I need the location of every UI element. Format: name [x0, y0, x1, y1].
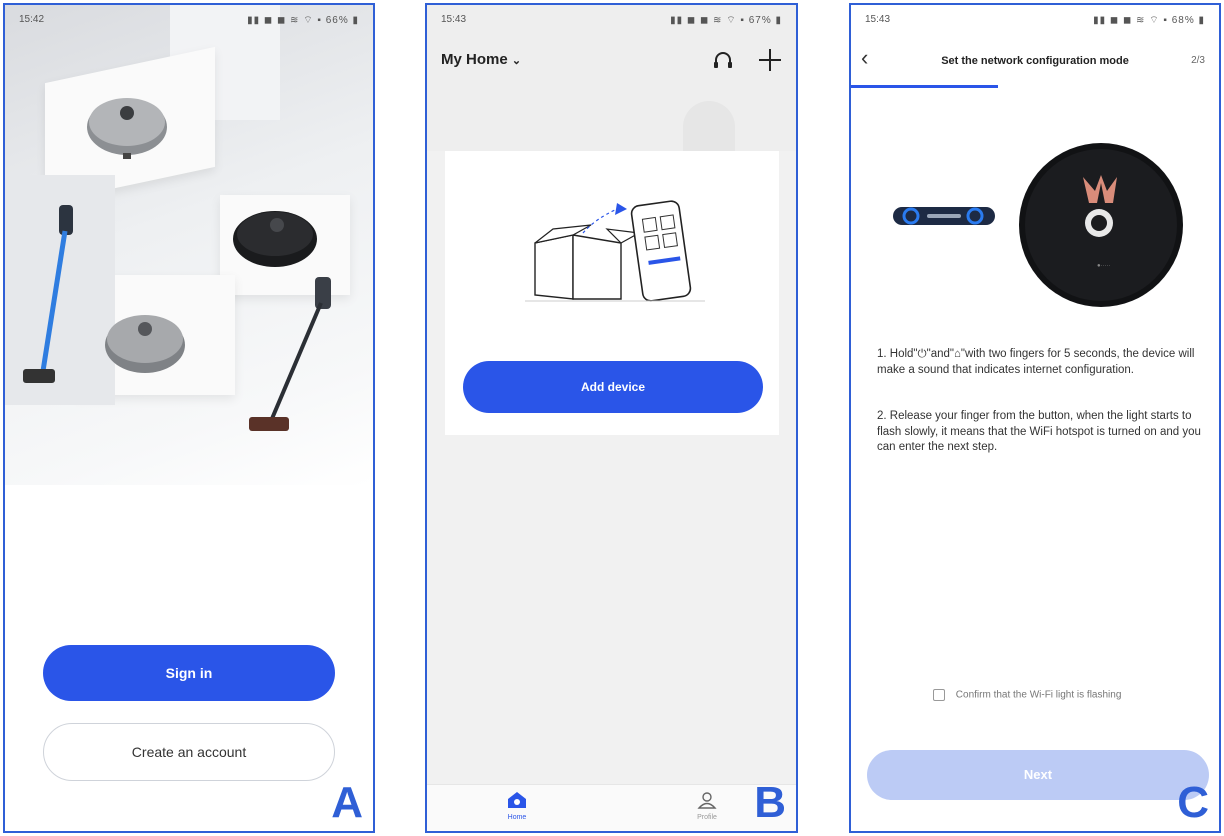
tab-home-label: Home [507, 814, 527, 821]
instruction-step-2: 2. Release your finger from the button, … [877, 410, 1201, 454]
tab-home[interactable]: Home [497, 791, 537, 821]
bottom-tab-bar: Home Profile [427, 784, 796, 831]
box-and-phone-illustration [525, 200, 705, 302]
status-icons: ▮▮ ◼ ◼ ≋ ⌔ ▪ 68% ▮ [1093, 15, 1205, 26]
status-time: 15:43 [865, 14, 891, 25]
status-bar: 15:43 ▮▮ ◼ ◼ ≋ ⌔ ▪ 67% ▮ [427, 5, 796, 35]
status-bar: 15:42 ▮▮ ◼ ◼ ≋ ⌔ ▪ 66% ▮ [5, 5, 373, 35]
status-icons: ▮▮ ◼ ◼ ≋ ⌔ ▪ 67% ▮ [670, 15, 782, 26]
confirm-checkbox[interactable] [933, 689, 945, 701]
progress-fill [851, 85, 999, 88]
home-selector[interactable]: My Home ⌄ [441, 51, 521, 68]
robot-button-panel-illustration [893, 207, 995, 225]
confirm-label: Confirm that the Wi-Fi light is flashing [955, 689, 1122, 701]
create-account-button[interactable]: Create an account [43, 723, 335, 781]
panel-label: A [331, 778, 363, 827]
sign-in-button[interactable]: Sign in [43, 645, 335, 701]
chevron-down-icon: ⌄ [511, 55, 522, 67]
stick-vacuum-blue [23, 205, 73, 383]
home-title: My Home [441, 51, 508, 68]
progress-bar [851, 85, 1219, 88]
step-counter: 2/3 [1191, 55, 1205, 66]
svg-text:●·····: ●····· [1097, 263, 1111, 269]
panel-label: C [1177, 778, 1209, 827]
add-plus-icon[interactable] [757, 47, 783, 73]
robot-top-view-illustration: ●····· [1019, 143, 1183, 307]
profile-icon [697, 792, 717, 809]
page-title: Set the network configuration mode [941, 55, 1129, 67]
stick-vacuum-dark [249, 277, 331, 431]
nav-bar: ‹ Set the network configuration mode 2/3 [851, 33, 1219, 85]
screen-c-network-config: 15:43 ▮▮ ◼ ◼ ≋ ⌔ ▪ 68% ▮ ‹ Set the netwo… [849, 3, 1221, 833]
tab-profile-label: Profile [697, 814, 717, 821]
instruction-step-1: 1. Hold"⏻"and"⌂"with two fingers for 5 s… [877, 348, 1195, 376]
status-icons: ▮▮ ◼ ◼ ≋ ⌔ ▪ 66% ▮ [247, 15, 359, 26]
robot-vacuum-grey [105, 315, 185, 373]
screen-a-welcome: 15:42 ▮▮ ◼ ◼ ≋ ⌔ ▪ 66% ▮ Sign in Create … [3, 3, 375, 833]
tab-profile[interactable]: Profile [687, 791, 727, 821]
panel-label: B [754, 778, 786, 827]
robot-vacuum-grey [87, 98, 167, 159]
hero-product-image [5, 5, 373, 485]
status-time: 15:42 [19, 14, 45, 25]
confirm-checkbox-row[interactable]: Confirm that the Wi-Fi light is flashing [933, 689, 1121, 701]
headset-support-icon[interactable] [711, 49, 735, 73]
next-button[interactable]: Next [867, 750, 1209, 800]
robot-vacuum-black [233, 211, 317, 267]
status-time: 15:43 [441, 14, 467, 25]
empty-state-card: Add device [445, 151, 779, 435]
status-bar: 15:43 ▮▮ ◼ ◼ ≋ ⌔ ▪ 68% ▮ [851, 5, 1219, 35]
screen-b-home: 15:43 ▮▮ ◼ ◼ ≋ ⌔ ▪ 67% ▮ My Home ⌄ Add d… [425, 3, 798, 833]
add-device-button[interactable]: Add device [463, 361, 763, 413]
home-icon [508, 792, 526, 808]
header-decoration [683, 101, 735, 151]
